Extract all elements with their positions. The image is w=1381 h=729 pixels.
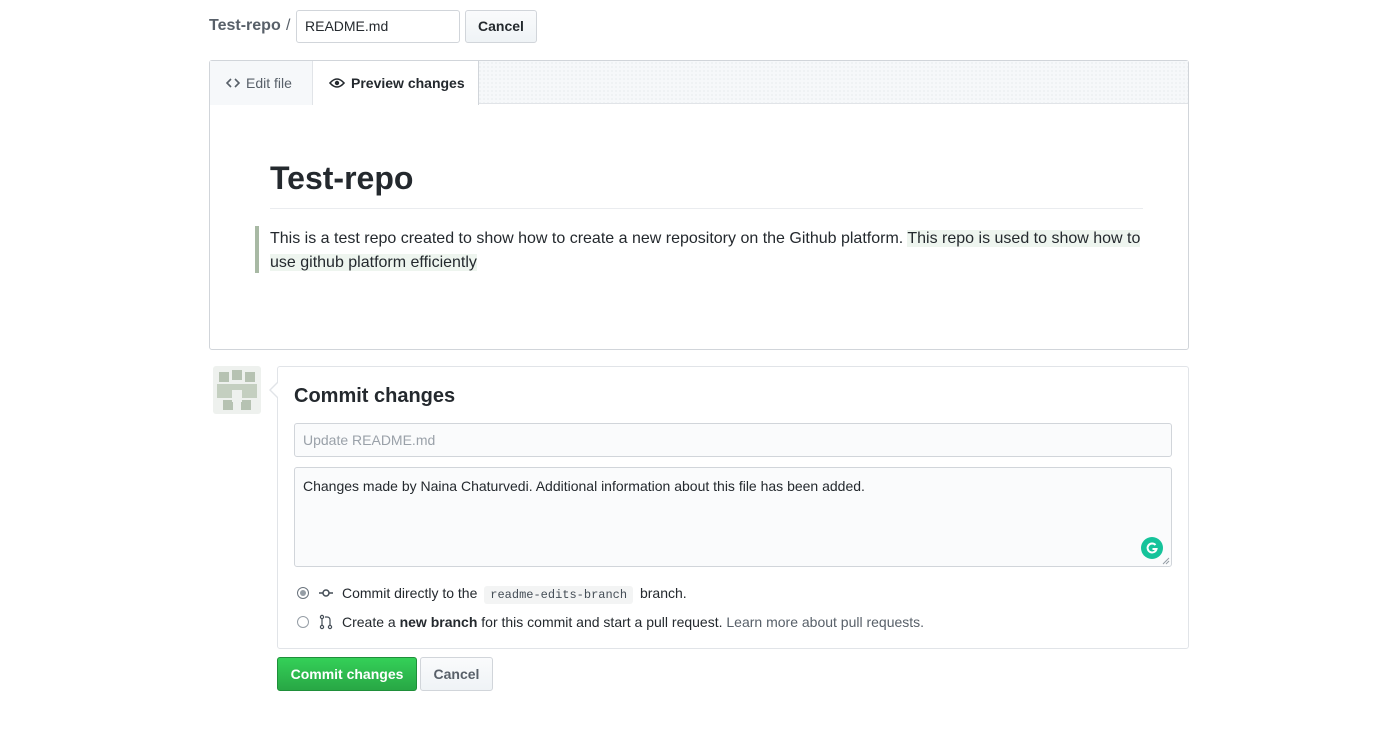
cancel-commit-button[interactable]: Cancel — [420, 657, 493, 691]
avatar — [213, 366, 261, 414]
cancel-edit-button[interactable]: Cancel — [465, 10, 537, 43]
new-branch-suffix: for this commit and start a pull request… — [481, 614, 723, 630]
commit-direct-suffix: branch. — [639, 585, 687, 601]
commit-direct-prefix: Commit directly to the — [342, 585, 478, 601]
radio-new-branch[interactable] — [297, 616, 309, 628]
preview-blockquote: This is a test repo created to show how … — [270, 227, 1150, 275]
tab-edit-file[interactable]: Edit file — [210, 61, 313, 105]
grammarly-icon[interactable] — [1141, 537, 1163, 559]
radio-commit-direct[interactable] — [297, 587, 309, 599]
new-branch-prefix: Create a — [342, 614, 396, 630]
repo-breadcrumb-link[interactable]: Test-repo — [209, 17, 281, 35]
identicon-image — [217, 370, 257, 410]
commit-summary-input[interactable]: Update README.md — [294, 423, 1172, 457]
code-icon — [226, 78, 240, 88]
tab-preview-changes-label: Preview changes — [351, 75, 465, 91]
resize-grip-icon[interactable] — [1162, 557, 1170, 565]
filename-input[interactable]: README.md — [296, 10, 460, 43]
new-branch-bold: new branch — [399, 614, 478, 630]
preview-heading: Test-repo — [270, 158, 1143, 209]
commit-title: Commit changes — [294, 385, 456, 407]
branch-name: readme-edits-branch — [484, 586, 634, 604]
commit-changes-button[interactable]: Commit changes — [277, 657, 417, 691]
commit-box-caret-fill — [271, 383, 278, 397]
learn-more-pull-requests-link[interactable]: Learn more about pull requests. — [726, 614, 924, 630]
tab-preview-changes[interactable]: Preview changes — [313, 61, 479, 105]
pull-request-icon — [319, 614, 333, 630]
blockquote-border — [255, 226, 259, 273]
breadcrumb-separator: / — [286, 17, 291, 34]
commit-direct-label[interactable]: Commit directly to the readme-edits-bran… — [342, 584, 687, 604]
tab-edit-file-label: Edit file — [246, 75, 292, 91]
git-commit-icon — [319, 589, 333, 597]
eye-icon — [329, 78, 345, 88]
new-branch-label[interactable]: Create a new branch for this commit and … — [342, 613, 924, 631]
commit-description-textarea[interactable]: Changes made by Naina Chaturvedi. Additi… — [294, 467, 1172, 567]
blockquote-text: This is a test repo created to show how … — [270, 230, 908, 247]
